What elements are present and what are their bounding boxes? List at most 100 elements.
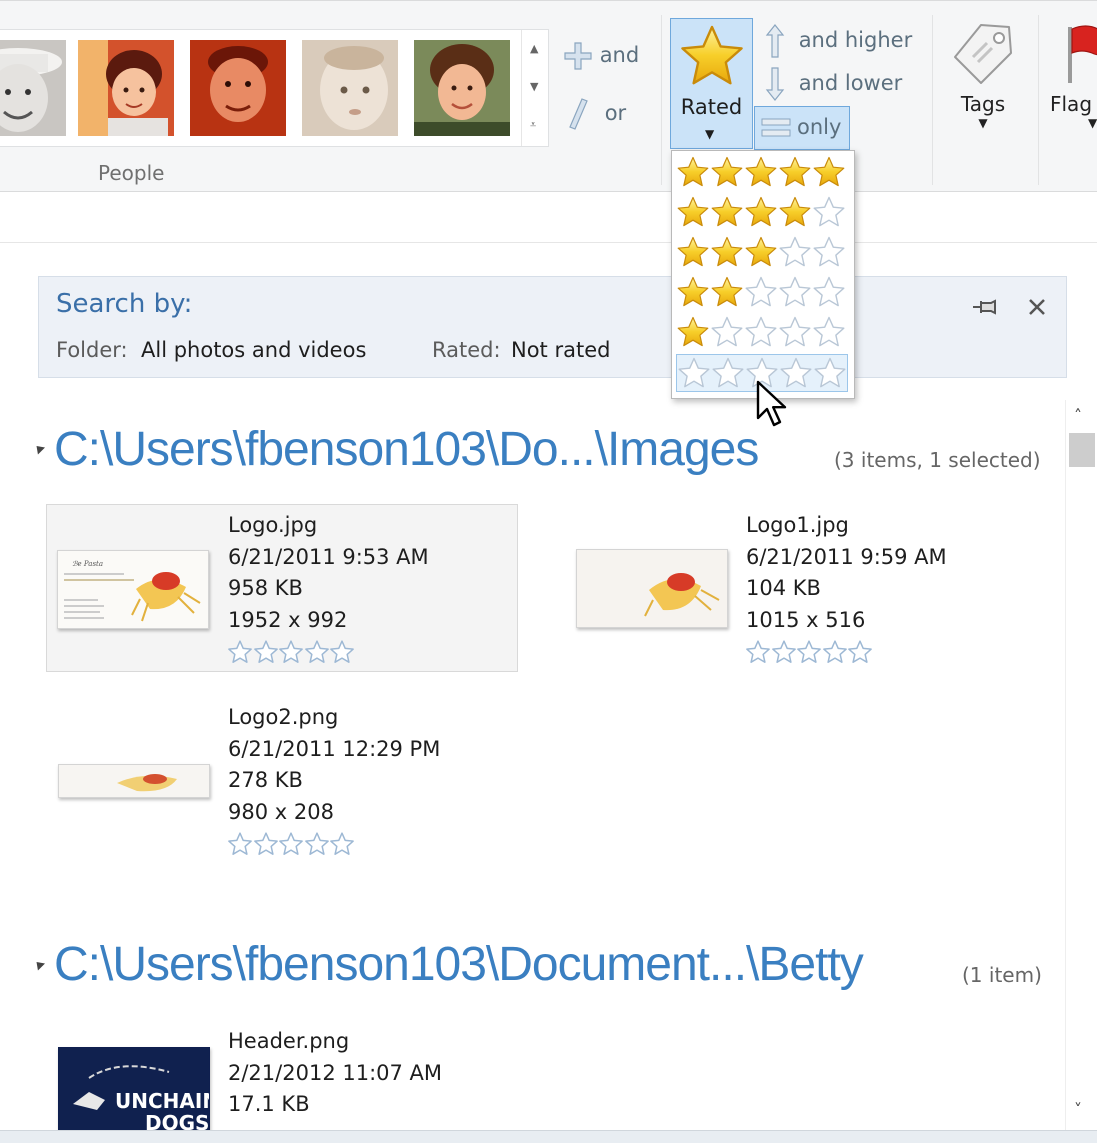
or-label: or: [604, 101, 627, 125]
photo-thumbnail[interactable]: ℬe Pasta: [57, 550, 209, 629]
file-dimensions: 980 x 208: [228, 799, 334, 824]
person-thumbnail-3[interactable]: [190, 40, 286, 136]
file-dimensions: 1952 x 992: [228, 607, 348, 632]
search-criteria-bar: Search by: Folder: All photos and videos…: [38, 276, 1067, 378]
filled-star-icon: [745, 196, 777, 228]
person-thumbnail-5[interactable]: [414, 40, 510, 136]
empty-star-icon: [254, 640, 278, 664]
person-thumbnail-2[interactable]: [78, 40, 174, 136]
file-size: 17.1 KB: [228, 1092, 310, 1116]
star-icon: [680, 24, 744, 88]
scroll-up-icon[interactable]: ▲: [530, 42, 538, 55]
scroll-up-icon[interactable]: ˄: [1074, 406, 1082, 425]
flag-label: Flag: [1050, 92, 1093, 116]
empty-star-icon: [228, 832, 252, 856]
empty-star-icon: [797, 640, 821, 664]
vertical-scrollbar[interactable]: ˄ ˅: [1065, 400, 1097, 1130]
and-button[interactable]: and: [563, 41, 639, 71]
ribbon: ▲ ▼ ⩡ People and or Rated ▼ and higher a…: [0, 0, 1097, 192]
rating-option-1[interactable]: [676, 314, 848, 352]
collapse-group-icon[interactable]: [32, 958, 46, 971]
empty-star-icon: [779, 316, 811, 348]
file-date: 6/21/2011 9:59 AM: [746, 544, 947, 569]
file-size: 958 KB: [228, 576, 303, 600]
filled-star-icon: [813, 156, 845, 188]
empty-star-icon: [745, 276, 777, 308]
close-icon[interactable]: [1027, 297, 1047, 317]
filled-star-icon: [677, 316, 709, 348]
file-name: Logo2.png: [228, 705, 339, 729]
slash-icon: [569, 98, 588, 130]
gallery-scroll[interactable]: ▲ ▼ ⩡: [521, 30, 549, 146]
plus-icon: [564, 42, 592, 70]
file-name: Logo.jpg: [228, 513, 318, 537]
rating-option-5[interactable]: [676, 154, 848, 192]
photo-metadata: Logo2.png 6/21/2011 12:29 PM 278 KB 980 …: [228, 702, 440, 828]
filled-star-icon: [711, 156, 743, 188]
photo-thumbnail[interactable]: [576, 549, 728, 628]
person-thumbnail-1[interactable]: [0, 40, 66, 136]
pin-icon[interactable]: [971, 297, 1001, 317]
rated-button[interactable]: Rated ▼: [670, 18, 753, 149]
filled-star-icon: [779, 156, 811, 188]
empty-star-icon: [813, 236, 845, 268]
scrollbar-thumb[interactable]: [1069, 433, 1095, 467]
photo-metadata: Logo.jpg 6/21/2011 9:53 AM 958 KB 1952 x…: [228, 510, 429, 636]
empty-star-icon: [745, 316, 777, 348]
group-header-path[interactable]: C:\Users\fbenson103\Document...\Betty: [54, 937, 864, 992]
and-lower-button[interactable]: and lower: [764, 66, 902, 102]
photo-thumbnail[interactable]: [58, 764, 210, 798]
collapse-group-icon[interactable]: [32, 442, 46, 455]
person-thumbnail-4[interactable]: [302, 40, 398, 136]
filled-star-icon: [677, 236, 709, 268]
status-bar: [0, 1130, 1097, 1143]
file-date: 2/21/2012 11:07 AM: [228, 1060, 443, 1085]
photo-thumbnail[interactable]: UNCHAIN DOGS: [58, 1047, 210, 1130]
photo-list: C:\Users\fbenson103\Do...\Images (3 item…: [0, 400, 1065, 1130]
only-button[interactable]: only: [754, 106, 850, 150]
photo-metadata: Logo1.jpg 6/21/2011 9:59 AM 104 KB 1015 …: [746, 510, 947, 636]
folder-criteria-value[interactable]: All photos and videos: [141, 338, 366, 362]
gallery-expand-icon[interactable]: ⩡: [530, 118, 536, 132]
empty-star-icon: [254, 832, 278, 856]
or-button[interactable]: or: [566, 97, 626, 131]
people-group-label: People: [98, 161, 165, 185]
empty-star-icon: [813, 316, 845, 348]
group-item-count: (3 items, 1 selected): [834, 448, 1041, 472]
flag-button[interactable]: Flag ▼: [1050, 21, 1097, 130]
thumbnail-text-2: DOGS: [145, 1111, 209, 1130]
empty-star-icon: [711, 316, 743, 348]
group-item-count: (1 item): [962, 963, 1042, 987]
group-header-path[interactable]: C:\Users\fbenson103\Do...\Images: [54, 422, 759, 477]
thumbnail-text-1: UNCHAIN: [115, 1089, 209, 1113]
empty-star-icon: [305, 832, 329, 856]
rating-option-4[interactable]: [676, 194, 848, 232]
empty-star-icon: [814, 357, 846, 389]
filled-star-icon: [677, 156, 709, 188]
filled-star-icon: [711, 196, 743, 228]
rating-option-2[interactable]: [676, 274, 848, 312]
empty-star-icon: [848, 640, 872, 664]
rated-criteria-value[interactable]: Not rated: [511, 338, 610, 362]
filled-star-icon: [779, 196, 811, 228]
search-title: Search by:: [56, 289, 193, 319]
chevron-down-icon: ▼: [1088, 116, 1097, 130]
empty-star-icon: [279, 640, 303, 664]
file-date: 6/21/2011 12:29 PM: [228, 736, 441, 761]
scroll-down-icon[interactable]: ▼: [530, 80, 538, 93]
equals-icon: [761, 118, 791, 137]
tags-button[interactable]: Tags ▼: [945, 21, 1021, 130]
rating-option-3[interactable]: [676, 234, 848, 272]
divider: [0, 242, 1097, 243]
and-label: and: [599, 43, 640, 67]
arrow-down-icon: [765, 67, 785, 101]
file-name: Header.png: [228, 1029, 350, 1053]
scroll-down-icon[interactable]: ˅: [1074, 1100, 1082, 1119]
filled-star-icon: [745, 236, 777, 268]
and-higher-button[interactable]: and higher: [764, 23, 912, 59]
filled-star-icon: [711, 236, 743, 268]
only-label: only: [797, 115, 842, 139]
empty-star-icon: [712, 357, 744, 389]
photo-metadata: Header.png 2/21/2012 11:07 AM 17.1 KB: [228, 1026, 442, 1121]
empty-star-icon: [330, 832, 354, 856]
